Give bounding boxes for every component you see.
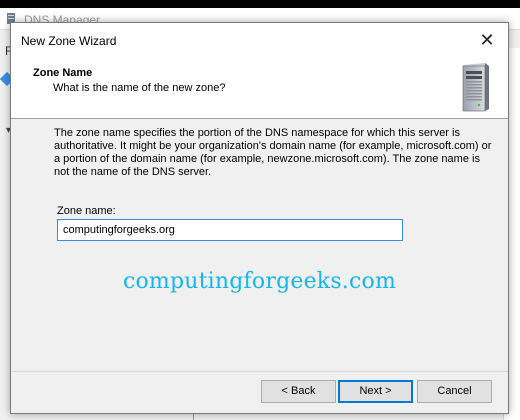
wizard-titlebar: New Zone Wizard ✕ (11, 23, 508, 57)
footer-divider (11, 371, 508, 372)
zone-name-description: The zone name specifies the portion of t… (54, 127, 492, 178)
next-button[interactable]: Next > (338, 380, 413, 403)
close-icon[interactable]: ✕ (472, 28, 502, 52)
wizard-title: New Zone Wizard (21, 34, 117, 48)
new-zone-wizard-dialog: New Zone Wizard ✕ Zone Name What is the … (10, 22, 509, 414)
back-button[interactable]: < Back (261, 380, 336, 403)
wizard-header: Zone Name What is the name of the new zo… (11, 57, 508, 119)
zone-name-input[interactable] (57, 219, 403, 241)
page-heading: Zone Name (33, 67, 93, 79)
page-subheading: What is the name of the new zone? (53, 82, 226, 94)
server-icon (462, 63, 489, 112)
cancel-button[interactable]: Cancel (417, 380, 492, 403)
zone-name-label: Zone name: (57, 205, 116, 217)
watermark: computingforgeeks.com (122, 269, 397, 294)
